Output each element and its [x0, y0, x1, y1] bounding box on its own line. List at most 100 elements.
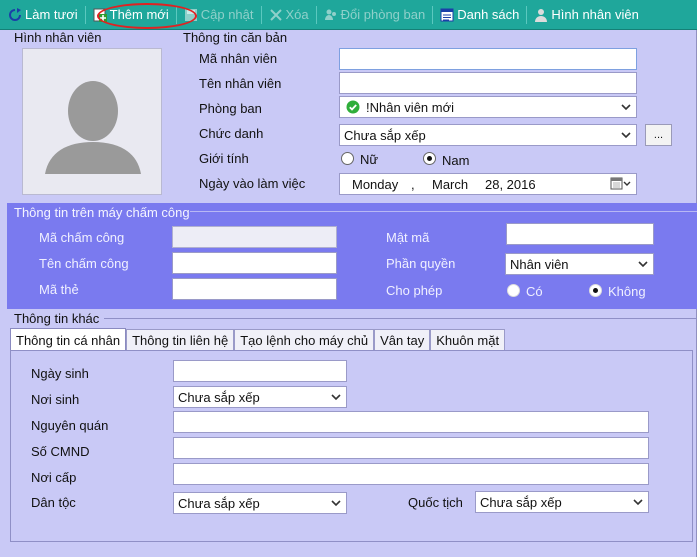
refresh-button[interactable]: Làm tươi — [4, 3, 82, 27]
add-new-button[interactable]: Thêm mới — [89, 3, 173, 27]
tab-server-command[interactable]: Tạo lệnh cho máy chủ — [234, 329, 375, 351]
tab-fingerprint[interactable]: Vân tay — [374, 329, 431, 351]
ethnicity-label: Dân tộc — [31, 495, 76, 510]
allow-no-label: Không — [608, 284, 646, 299]
change-department-button[interactable]: Đổi phòng ban — [320, 3, 430, 27]
chevron-down-icon — [331, 500, 341, 507]
chevron-down-icon — [331, 394, 341, 401]
toolbar-separator — [432, 5, 434, 24]
birthplace-label: Nơi sinh — [31, 392, 80, 407]
nationality-label: Quốc tịch — [408, 495, 463, 510]
update-button[interactable]: Cập nhật — [180, 3, 258, 27]
tab-contact-info[interactable]: Thông tin liên hệ — [126, 329, 235, 351]
password-label: Mật mã — [386, 230, 430, 245]
chevron-down-icon — [621, 104, 631, 111]
attendance-code-input[interactable] — [172, 226, 337, 248]
employee-code-label: Mã nhân viên — [199, 51, 278, 66]
section-divider — [104, 318, 697, 319]
allow-yes-radio[interactable] — [507, 284, 520, 297]
toolbar-separator — [260, 5, 262, 24]
calendar-dropdown-icon — [610, 177, 631, 190]
employee-name-input[interactable] — [339, 72, 637, 94]
hometown-label: Nguyên quán — [31, 418, 109, 433]
birthplace-value: Chưa sắp xếp — [178, 389, 260, 405]
employee-photo-button[interactable]: Hình nhân viên — [530, 3, 642, 27]
ethnicity-select[interactable]: Chưa sắp xếp — [173, 492, 347, 514]
list-label: Danh sách — [457, 7, 520, 22]
nationality-value: Chưa sắp xếp — [480, 494, 562, 510]
role-select[interactable]: Nhân viên — [505, 253, 654, 275]
check-circle-icon — [346, 100, 360, 114]
person-icon — [535, 8, 548, 22]
department-label: Phòng ban — [199, 101, 262, 116]
toolbar: Làm tươi Thêm mới Cập nhật Xóa Đổi phòng… — [0, 0, 697, 30]
employee-form-window: Làm tươi Thêm mới Cập nhật Xóa Đổi phòng… — [0, 0, 697, 557]
list-button[interactable]: Danh sách — [436, 3, 523, 27]
tab-face[interactable]: Khuôn mặt — [430, 329, 506, 351]
issue-place-input[interactable] — [173, 463, 649, 485]
toolbar-separator — [315, 5, 317, 24]
employee-photo[interactable] — [22, 48, 162, 195]
role-value: Nhân viên — [510, 256, 569, 272]
change-department-label: Đổi phòng ban — [340, 7, 426, 22]
date-month: March — [432, 177, 469, 192]
role-label: Phần quyền — [386, 256, 456, 271]
basic-info-title: Thông tin căn bản — [183, 30, 288, 45]
attendance-name-label: Tên chấm công — [39, 256, 129, 271]
other-info-tabs: Thông tin cá nhân Thông tin liên hệ Tạo … — [10, 328, 506, 351]
employee-code-input[interactable] — [339, 48, 637, 70]
id-number-input[interactable] — [173, 437, 649, 459]
save-icon — [184, 8, 197, 21]
list-icon — [440, 8, 454, 21]
tab-personal-info[interactable]: Thông tin cá nhân — [10, 328, 127, 351]
toolbar-separator — [175, 5, 177, 24]
refresh-label: Làm tươi — [25, 7, 78, 22]
card-code-input[interactable] — [172, 278, 337, 300]
attendance-name-input[interactable] — [172, 252, 337, 274]
add-new-icon — [93, 8, 107, 22]
chevron-down-icon — [633, 499, 643, 506]
update-label: Cập nhật — [200, 7, 254, 22]
gender-female-label: Nữ — [360, 152, 379, 167]
toolbar-separator — [526, 5, 528, 24]
card-code-label: Mã thẻ — [39, 282, 79, 297]
department-select[interactable]: !Nhân viên mới — [339, 96, 637, 118]
date-of-birth-label: Ngày sinh — [31, 366, 89, 381]
hometown-input[interactable] — [173, 411, 649, 433]
delete-icon — [269, 8, 282, 21]
nationality-select[interactable]: Chưa sắp xếp — [475, 491, 649, 513]
date-weekday: Monday — [352, 177, 399, 192]
users-icon — [324, 9, 336, 20]
start-date-picker[interactable]: Monday , March 28, 2016 — [339, 173, 637, 195]
toolbar-separator — [84, 5, 86, 24]
date-of-birth-input[interactable] — [173, 360, 347, 382]
ethnicity-value: Chưa sắp xếp — [178, 495, 260, 511]
section-divider — [190, 211, 697, 212]
start-date-label: Ngày vào làm việc — [199, 176, 306, 191]
allow-no-radio[interactable] — [589, 284, 602, 297]
employee-name-label: Tên nhân viên — [199, 76, 282, 91]
position-value: Chưa sắp xếp — [344, 127, 426, 143]
position-browse-button[interactable]: ... — [645, 124, 672, 146]
attendance-machine-title: Thông tin trên máy chấm công — [14, 205, 190, 220]
allow-label: Cho phép — [386, 283, 443, 298]
delete-button[interactable]: Xóa — [265, 3, 313, 27]
birthplace-select[interactable]: Chưa sắp xếp — [173, 386, 347, 408]
date-day-year: 28, 2016 — [485, 177, 536, 192]
delete-label: Xóa — [285, 7, 309, 22]
gender-female-radio[interactable] — [341, 152, 354, 165]
browse-button-label: ... — [653, 129, 664, 141]
allow-yes-label: Có — [526, 284, 543, 299]
chevron-down-icon — [621, 132, 631, 139]
issue-place-label: Nơi cấp — [31, 470, 77, 485]
refresh-icon — [9, 7, 21, 21]
position-label: Chức danh — [199, 126, 264, 141]
photo-section-title: Hình nhân viên — [14, 30, 102, 45]
gender-male-radio[interactable] — [423, 152, 436, 165]
add-new-label: Thêm mới — [109, 7, 169, 22]
position-select[interactable]: Chưa sắp xếp — [339, 124, 637, 146]
attendance-code-label: Mã chấm công — [39, 230, 125, 245]
department-value: !Nhân viên mới — [366, 99, 455, 115]
avatar-placeholder-icon — [45, 81, 141, 174]
password-input[interactable] — [506, 223, 654, 245]
